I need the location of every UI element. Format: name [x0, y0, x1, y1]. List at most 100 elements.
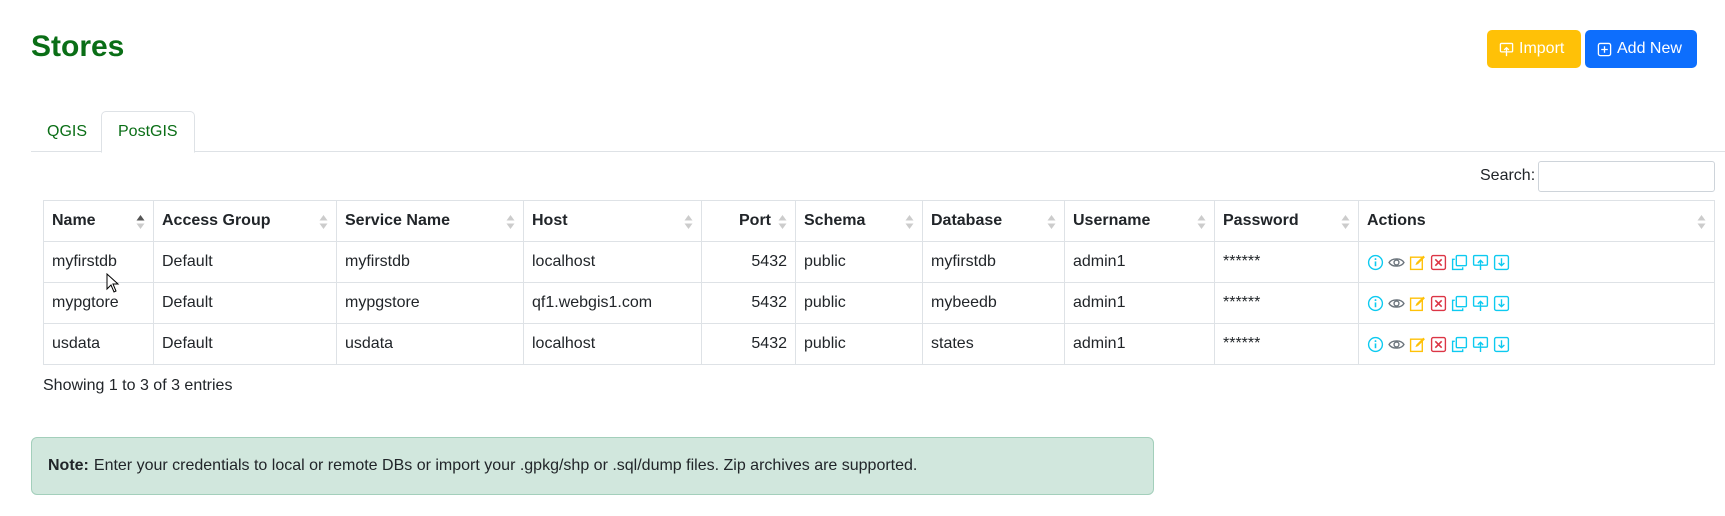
column-header-username[interactable]: Username — [1064, 200, 1215, 242]
cell-port: 5432 — [701, 323, 796, 365]
eye-icon[interactable] — [1388, 295, 1405, 312]
cell-service-name: mypgstore — [336, 282, 524, 324]
cell-database: myfirstdb — [922, 241, 1065, 283]
download-icon[interactable] — [1493, 295, 1510, 312]
tab-bar: QGIS PostGIS — [31, 111, 1725, 153]
cell-actions — [1358, 282, 1715, 324]
edit-icon[interactable] — [1409, 254, 1426, 271]
row-actions — [1367, 336, 1706, 353]
note-label: Note: — [48, 457, 89, 474]
cell-schema: public — [795, 282, 923, 324]
cell-schema: public — [795, 241, 923, 283]
cell-name: usdata — [43, 323, 154, 365]
upload-icon[interactable] — [1472, 336, 1489, 353]
copy-icon[interactable] — [1451, 336, 1468, 353]
column-header-password[interactable]: Password — [1214, 200, 1359, 242]
column-header-access-group[interactable]: Access Group — [153, 200, 337, 242]
import-button-label: Import — [1519, 40, 1565, 57]
sort-icon — [319, 215, 328, 229]
table-info: Showing 1 to 3 of 3 entries — [43, 377, 233, 394]
table-row: usdata Default usdata localhost 5432 public st… — [43, 323, 1715, 365]
sort-ascending-icon — [136, 215, 145, 229]
column-header-label: Schema — [804, 212, 866, 229]
cell-actions — [1358, 323, 1715, 365]
mouse-cursor-icon — [106, 273, 120, 293]
eye-icon[interactable] — [1388, 336, 1405, 353]
cell-schema: public — [795, 323, 923, 365]
upload-icon[interactable] — [1472, 254, 1489, 271]
sort-icon — [1697, 215, 1706, 229]
cell-username: admin1 — [1064, 323, 1215, 365]
table-row: myfirstdb Default myfirstdb localhost 5432 pu… — [43, 241, 1715, 283]
sort-icon — [684, 215, 693, 229]
delete-icon[interactable] — [1430, 336, 1447, 353]
column-header-label: Username — [1073, 212, 1151, 229]
sort-icon — [1197, 215, 1206, 229]
cell-access-group: Default — [153, 282, 337, 324]
cell-name: mypgtore — [43, 282, 154, 324]
plus-square-icon — [1597, 42, 1612, 56]
tab-qgis[interactable]: QGIS — [31, 111, 103, 152]
column-header-actions[interactable]: Actions — [1358, 200, 1715, 242]
cell-password: ****** — [1214, 282, 1359, 324]
page-title: Stores — [31, 30, 125, 63]
download-icon[interactable] — [1493, 336, 1510, 353]
import-icon — [1499, 42, 1514, 56]
column-header-label: Actions — [1367, 212, 1426, 229]
column-header-label: Service Name — [345, 212, 450, 229]
edit-icon[interactable] — [1409, 295, 1426, 312]
info-icon[interactable] — [1367, 336, 1384, 353]
info-icon[interactable] — [1367, 295, 1384, 312]
sort-icon — [1341, 215, 1350, 229]
stores-page: Stores Import Add New QGIS PostGIS Searc… — [0, 0, 1725, 516]
download-icon[interactable] — [1493, 254, 1510, 271]
column-header-label: Name — [52, 212, 96, 229]
eye-icon[interactable] — [1388, 254, 1405, 271]
table-body: myfirstdb Default myfirstdb localhost 5432 pu… — [43, 241, 1715, 365]
sort-icon — [506, 215, 515, 229]
tab-postgis[interactable]: PostGIS — [101, 111, 195, 153]
sort-icon — [778, 215, 787, 229]
column-header-schema[interactable]: Schema — [795, 200, 923, 242]
column-header-service-name[interactable]: Service Name — [336, 200, 524, 242]
cell-host: localhost — [523, 241, 702, 283]
info-icon[interactable] — [1367, 254, 1384, 271]
cell-username: admin1 — [1064, 241, 1215, 283]
add-new-button-label: Add New — [1617, 40, 1682, 57]
column-header-name[interactable]: Name — [43, 200, 154, 242]
cell-name: myfirstdb — [43, 241, 154, 283]
note-alert: Note: Enter your credentials to local or… — [31, 437, 1154, 495]
search-label: Search: — [1480, 167, 1536, 184]
column-header-label: Password — [1223, 212, 1299, 229]
delete-icon[interactable] — [1430, 254, 1447, 271]
delete-icon[interactable] — [1430, 295, 1447, 312]
search-input[interactable] — [1538, 161, 1715, 192]
column-header-port[interactable]: Port — [701, 200, 796, 242]
column-header-label: Port — [739, 212, 771, 229]
stores-table: Name Access Group Service Name Host Port Sche… — [43, 200, 1715, 365]
column-header-label: Host — [532, 212, 568, 229]
column-header-database[interactable]: Database — [922, 200, 1065, 242]
copy-icon[interactable] — [1451, 295, 1468, 312]
upload-icon[interactable] — [1472, 295, 1489, 312]
column-header-label: Database — [931, 212, 1003, 229]
cell-database: states — [922, 323, 1065, 365]
cell-service-name: usdata — [336, 323, 524, 365]
add-new-button[interactable]: Add New — [1585, 30, 1697, 68]
column-header-host[interactable]: Host — [523, 200, 702, 242]
cell-access-group: Default — [153, 323, 337, 365]
copy-icon[interactable] — [1451, 254, 1468, 271]
cell-port: 5432 — [701, 241, 796, 283]
cell-host: qf1.webgis1.com — [523, 282, 702, 324]
column-header-label: Access Group — [162, 212, 271, 229]
table-row: mypgtore Default mypgstore qf1.webgis1.com 5… — [43, 282, 1715, 324]
cell-host: localhost — [523, 323, 702, 365]
table-header-row: Name Access Group Service Name Host Port Sche… — [43, 200, 1715, 242]
note-text: Enter your credentials to local or remot… — [93, 457, 918, 474]
import-button[interactable]: Import — [1487, 30, 1581, 68]
cell-access-group: Default — [153, 241, 337, 283]
edit-icon[interactable] — [1409, 336, 1426, 353]
cell-port: 5432 — [701, 282, 796, 324]
row-actions — [1367, 254, 1706, 271]
cell-username: admin1 — [1064, 282, 1215, 324]
